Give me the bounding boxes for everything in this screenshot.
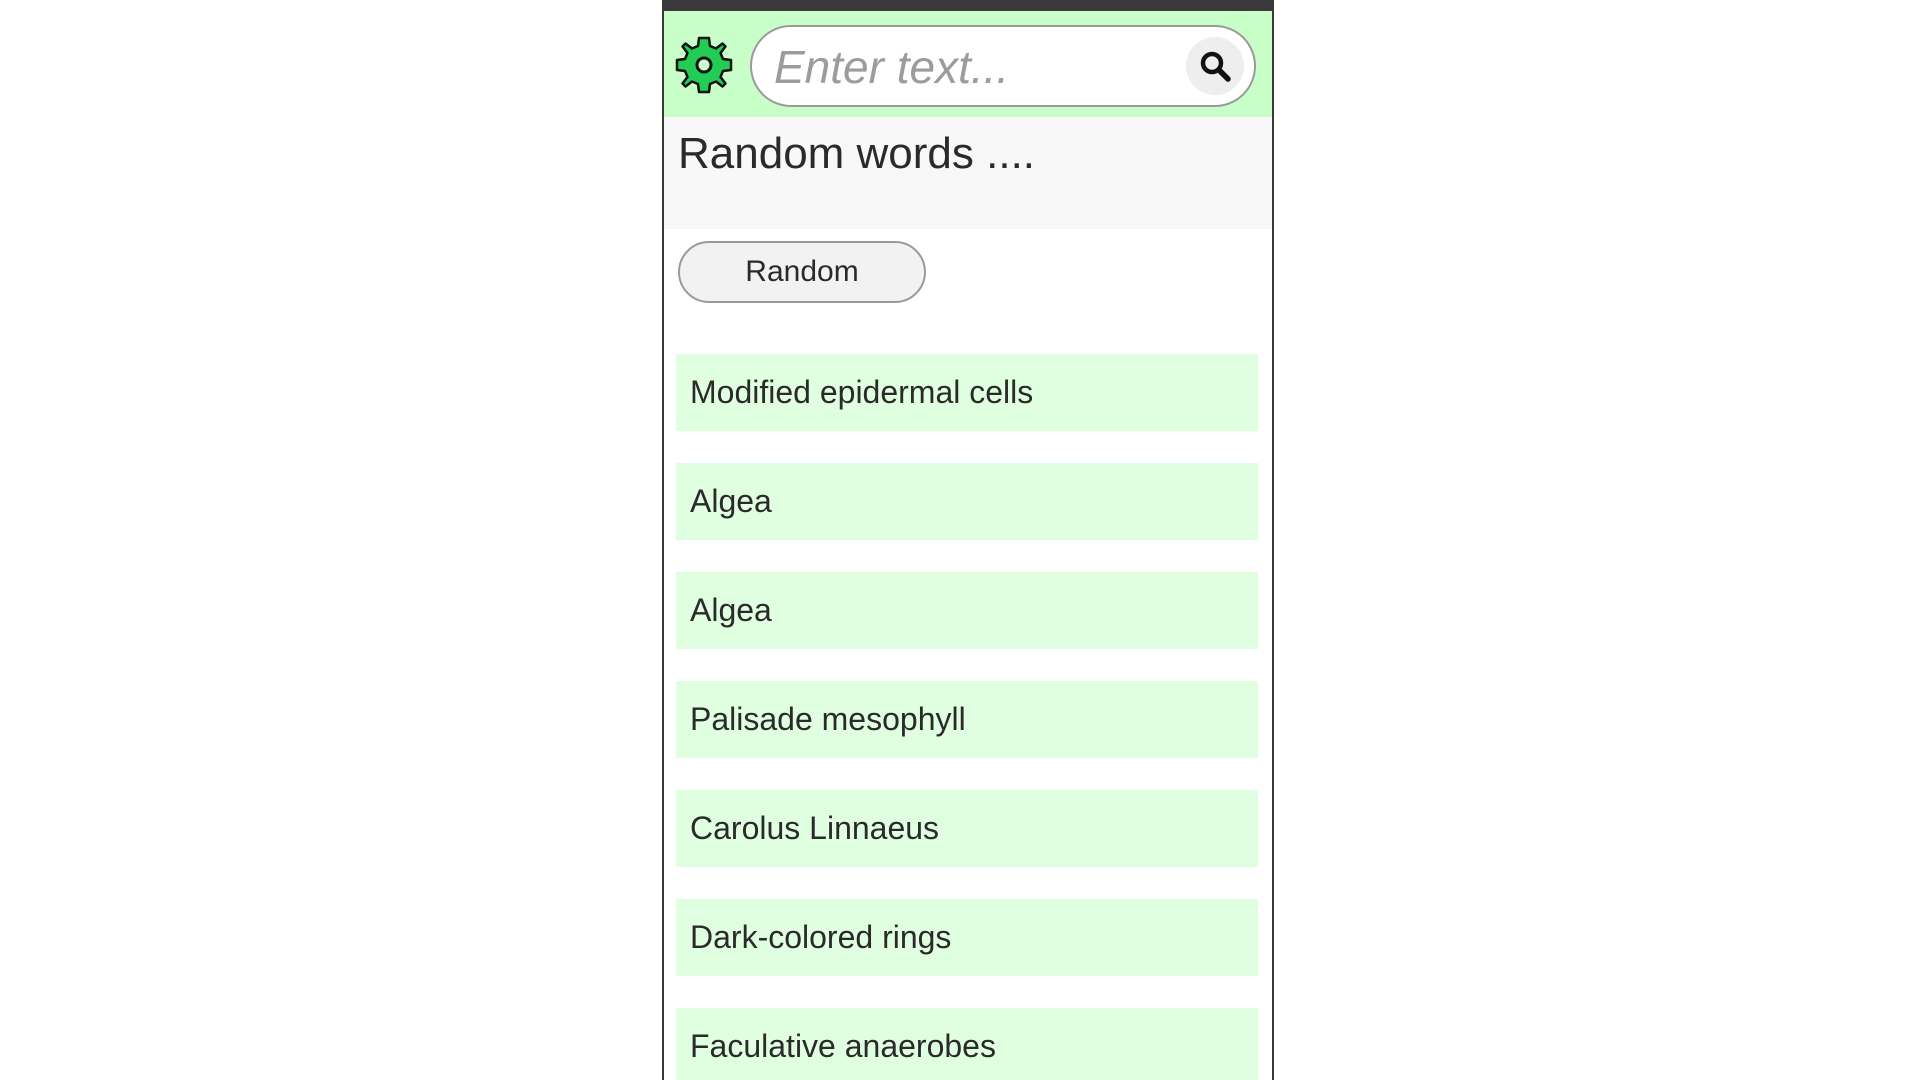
list-item[interactable]: Palisade mesophyll — [676, 681, 1258, 758]
list-item[interactable]: Algea — [676, 572, 1258, 649]
search-button[interactable] — [1186, 37, 1244, 95]
search-icon — [1200, 51, 1231, 82]
random-button[interactable]: Random — [678, 241, 926, 303]
list-item[interactable]: Faculative anaerobes — [676, 1008, 1258, 1080]
page-title: Random words .... — [678, 129, 1036, 178]
list-item[interactable]: Modified epidermal cells — [676, 354, 1258, 431]
list-item[interactable]: Algea — [676, 463, 1258, 540]
list-item[interactable]: Carolus Linnaeus — [676, 790, 1258, 867]
list-item[interactable]: Dark-colored rings — [676, 899, 1258, 976]
search-bar — [750, 25, 1256, 107]
search-input[interactable] — [772, 37, 1186, 97]
header-bar — [664, 11, 1272, 117]
word-list: Modified epidermal cells Algea Algea Pal… — [676, 354, 1258, 1080]
top-status-strip — [664, 0, 1272, 11]
title-area: Random words .... — [664, 117, 1272, 229]
gear-icon[interactable] — [674, 35, 734, 95]
app-frame: Random words .... Random Modified epider… — [662, 0, 1274, 1080]
